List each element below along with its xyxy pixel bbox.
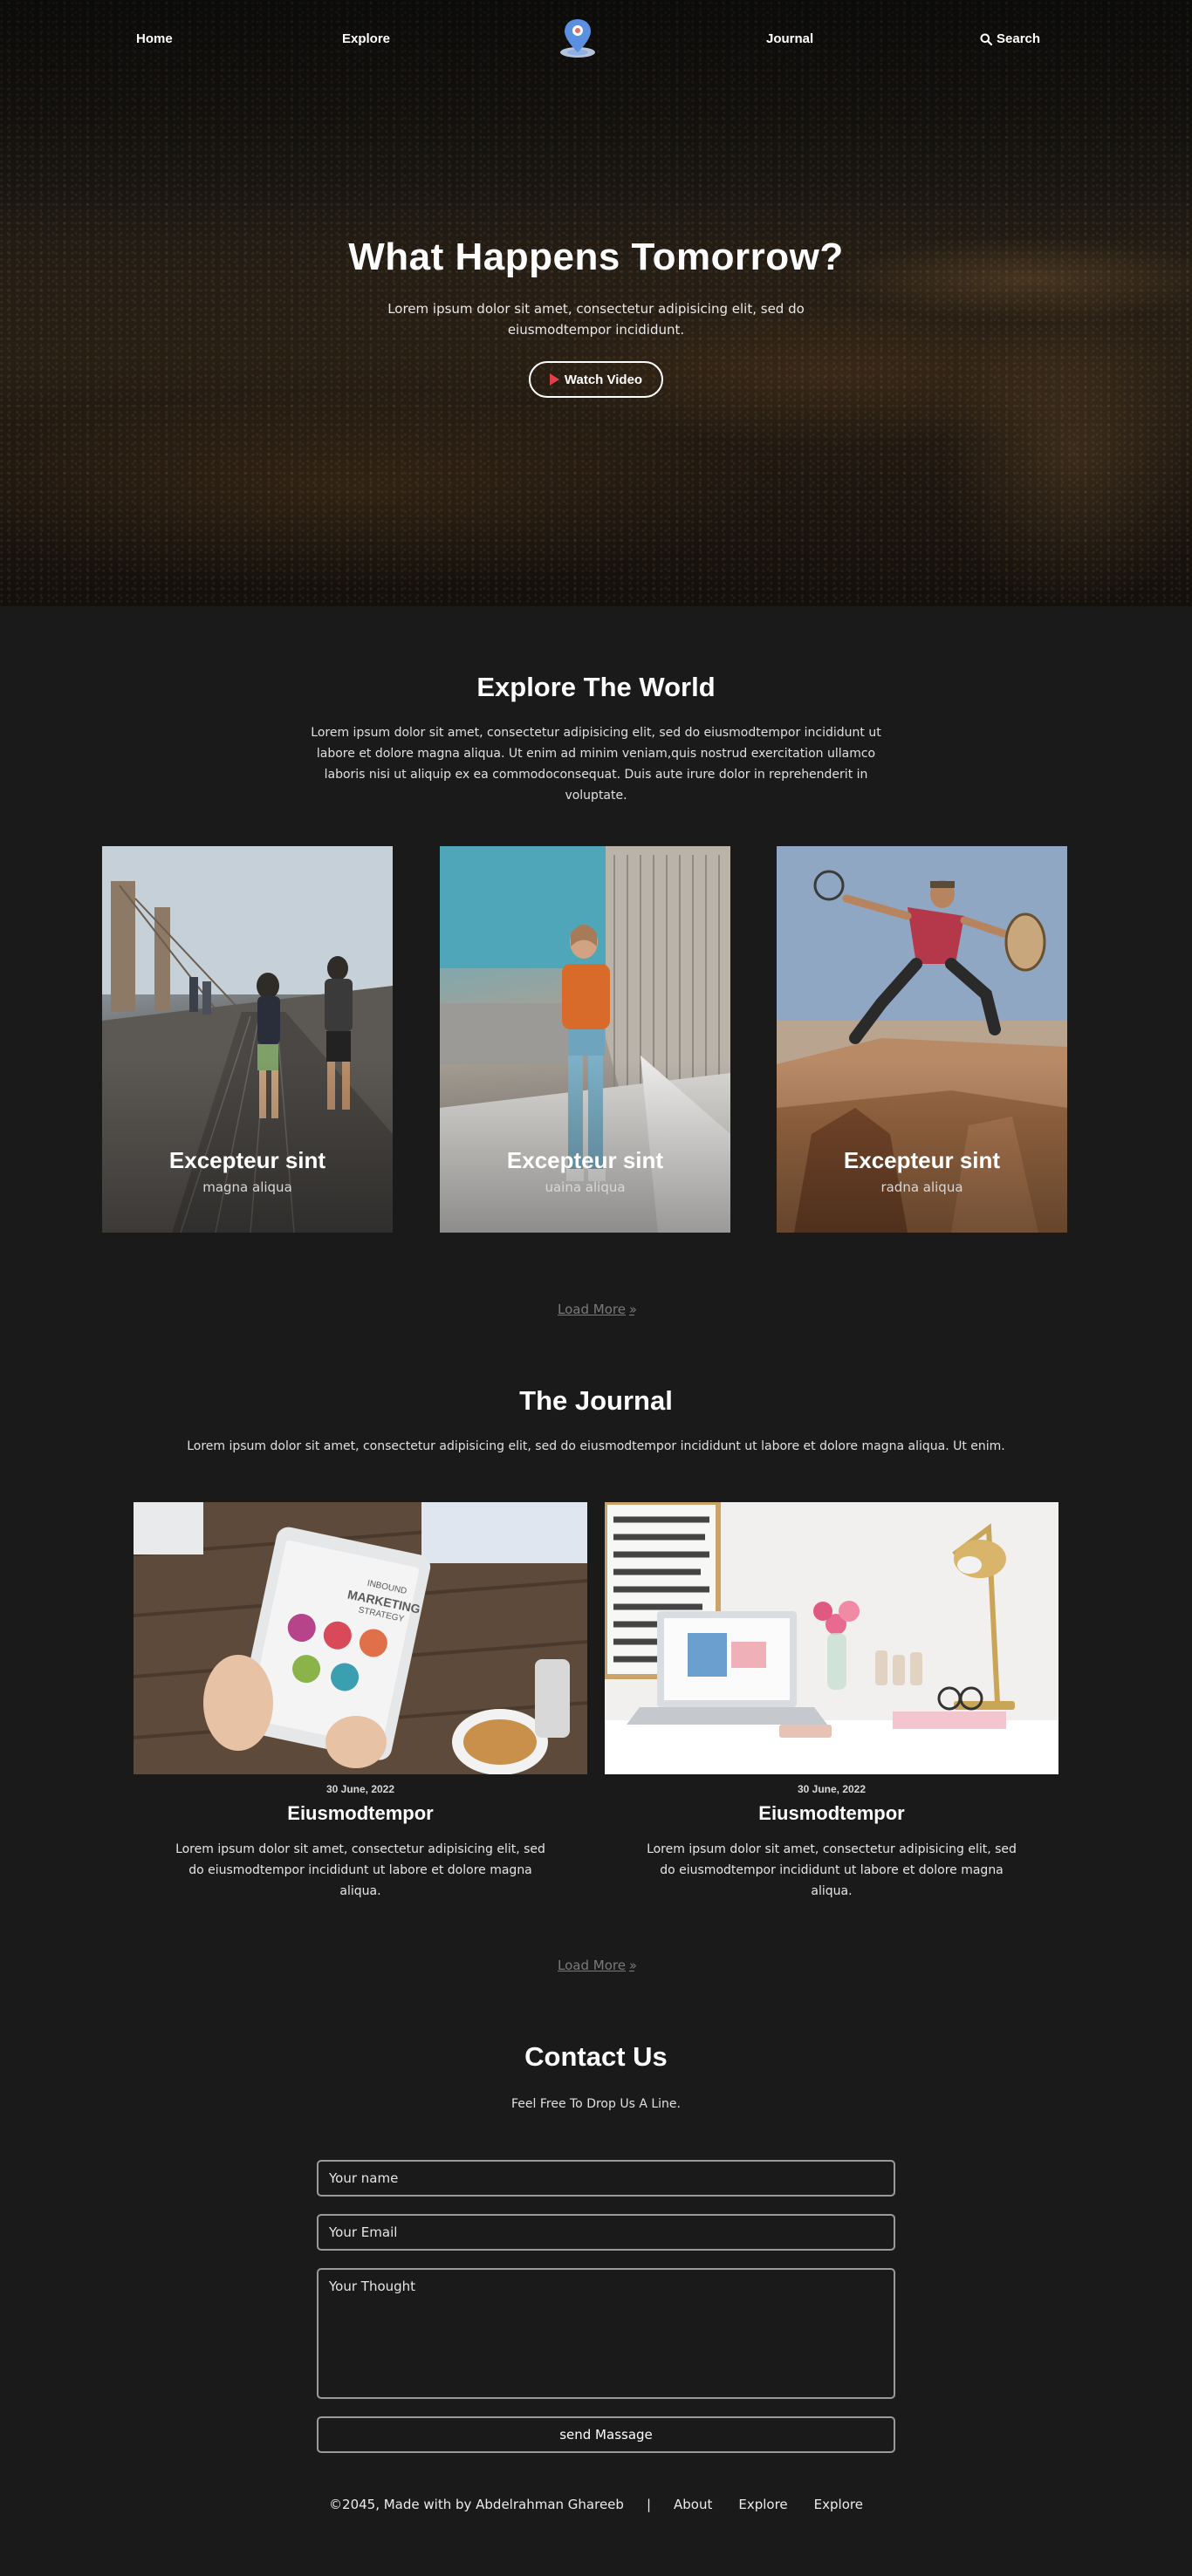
main-nav: Home Explore Journal Search [0,0,1192,80]
load-more-label: Load More [558,1958,626,1973]
post-excerpt: Lorem ipsum dolor sit amet, consectetur … [175,1842,545,1898]
nav-home-link[interactable]: Home [136,31,173,46]
post-title[interactable]: Eiusmodtempor [134,1802,587,1825]
contact-title: Contact Us [524,2041,668,2072]
card-caption: Excepteur sint uaina aliqua [440,1147,730,1195]
post-excerpt: Lorem ipsum dolor sit amet, consectetur … [647,1842,1017,1898]
post-photo-tablet [134,1502,587,1774]
card-caption: Excepteur sint radna aliqua [777,1147,1067,1195]
logo-map-pin-icon[interactable] [557,16,599,59]
card-subtitle: magna aliqua [202,1179,292,1195]
play-icon [549,373,559,386]
card-subtitle: uaina aliqua [545,1179,626,1195]
journal-post[interactable]: INBOUND MARKETING STRATEGY 30 June, 2022… [134,1502,587,1902]
map-pin-icon [560,19,595,58]
post-image [605,1502,1058,1774]
footer: ©2045, Made with by Abdelrahman Ghareeb … [0,2497,1192,2512]
name-input[interactable] [317,2160,895,2197]
footer-explore-link-2[interactable]: Explore [814,2497,863,2512]
nav-journal-link[interactable]: Journal [766,31,813,46]
hero-content: What Happens Tomorrow? Lorem ipsum dolor… [0,236,1192,398]
card-title: Excepteur sint [168,1147,326,1173]
card-caption: Excepteur sint magna aliqua [102,1147,393,1195]
journal-text: Lorem ipsum dolor sit amet, consectetur … [187,1439,1005,1453]
explore-text: Lorem ipsum dolor sit amet, consectetur … [311,726,881,803]
nav-search-label: Search [997,31,1041,46]
explore-section: Explore The World Lorem ipsum dolor sit … [0,672,1192,1317]
post-image: INBOUND MARKETING STRATEGY [134,1502,587,1774]
nav-search-link[interactable]: Search [980,31,1040,46]
watch-video-label: Watch Video [564,372,643,387]
nav-explore-link[interactable]: Explore [342,31,390,46]
card-title: Excepteur sint [843,1147,1001,1173]
explore-card[interactable]: Excepteur sint magna aliqua [102,846,393,1233]
card-subtitle: radna aliqua [880,1179,963,1195]
journal-post[interactable]: 30 June, 2022 Eiusmodtempor Lorem ipsum … [605,1502,1058,1902]
post-date: 30 June, 2022 [325,1783,395,1795]
footer-separator: | [646,2497,651,2512]
journal-title: The Journal [519,1385,673,1416]
hero-title: What Happens Tomorrow? [348,236,844,278]
explore-title: Explore The World [476,672,716,702]
double-chevron-right-icon: ›› [628,1958,637,1973]
post-photo-desk [605,1502,1058,1774]
card-title: Excepteur sint [506,1147,664,1173]
post-date: 30 June, 2022 [797,1783,867,1795]
explore-card[interactable]: Excepteur sint uaina aliqua [440,846,730,1233]
hero-section: Home Explore Journal Search What Happens… [0,0,1192,606]
contact-subtitle: Feel Free To Drop Us A Line. [511,2097,681,2111]
search-icon [980,33,992,45]
double-chevron-right-icon: ›› [628,1302,637,1317]
footer-about-link[interactable]: About [674,2497,712,2512]
thought-textarea[interactable] [317,2268,895,2399]
email-input[interactable] [317,2214,895,2251]
load-more-label: Load More [558,1302,626,1317]
explore-cards: Excepteur sint magna aliqua Excepteur si… [102,846,1067,1233]
footer-copyright: ©2045, Made with by Abdelrahman Ghareeb [329,2497,624,2512]
explore-load-more-link[interactable]: Load More ›› [0,1302,1192,1317]
watch-video-button[interactable]: Watch Video [528,361,664,398]
journal-posts: INBOUND MARKETING STRATEGY 30 June, 2022… [134,1502,1058,1898]
contact-section: Contact Us Feel Free To Drop Us A Line. … [0,2041,1192,2453]
post-title[interactable]: Eiusmodtempor [605,1802,1058,1825]
contact-form: send Massage [317,2160,895,2453]
hero-subtitle: Lorem ipsum dolor sit amet, consectetur … [387,301,805,338]
journal-load-more-link[interactable]: Load More ›› [0,1958,1192,1973]
journal-section: The Journal Lorem ipsum dolor sit amet, … [0,1385,1192,1973]
footer-explore-link[interactable]: Explore [738,2497,787,2512]
explore-card[interactable]: Excepteur sint radna aliqua [777,846,1067,1233]
send-message-button[interactable]: send Massage [317,2416,895,2453]
